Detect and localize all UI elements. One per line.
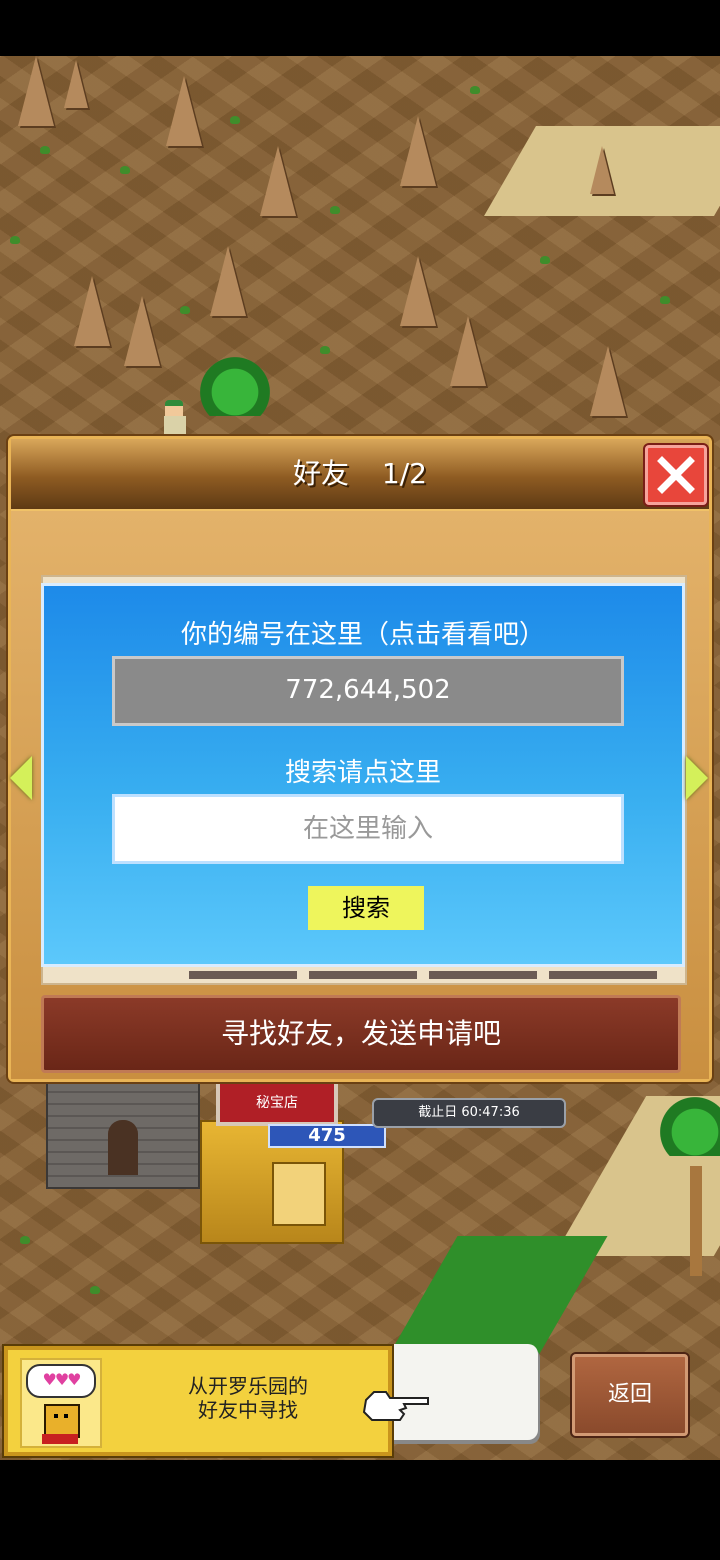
friend-card-line1: 从开罗乐园的	[188, 1374, 308, 1398]
rock-spire	[590, 346, 626, 416]
search-dialog: 你的编号在这里（点击看看吧） 772,644,502 搜索请点这里 搜索	[41, 583, 685, 967]
bush	[660, 296, 670, 304]
panel-body: 你的编号在这里（点击看看吧） 772,644,502 搜索请点这里 搜索 寻找好…	[11, 511, 709, 1079]
search-label: 搜索请点这里	[284, 758, 441, 788]
bush	[540, 256, 550, 264]
status-bar	[0, 0, 720, 56]
game-screen: 秘宝店 475 截止日 60:47:36 好友 1/2 你的编号在这里（点击看看…	[0, 0, 720, 1560]
search-button[interactable]: 搜索	[308, 886, 424, 930]
bush	[90, 1286, 100, 1294]
character-body	[164, 416, 186, 434]
rock-spire	[166, 76, 202, 146]
friend-slot[interactable]	[309, 971, 417, 979]
shop-count-badge: 475	[268, 1124, 386, 1148]
shop-window	[272, 1162, 326, 1226]
friend-search-input[interactable]	[112, 794, 624, 864]
bush	[330, 206, 340, 214]
bush	[470, 86, 480, 94]
pointing-hand-icon	[362, 1391, 429, 1421]
close-button[interactable]	[645, 445, 707, 505]
stone-building[interactable]	[46, 1080, 200, 1189]
rock-spire	[450, 316, 486, 386]
kairo-friends-card[interactable]: ♥♥♥ 从开罗乐园的 好友中寻找	[4, 1346, 392, 1456]
friend-card-text: 从开罗乐园的 好友中寻找	[148, 1374, 348, 1422]
palm-tree	[190, 356, 280, 416]
bush	[320, 346, 330, 354]
rock-spire	[64, 60, 88, 108]
palm-trunk	[690, 1166, 702, 1276]
robot-legs	[42, 1434, 78, 1444]
bush	[180, 306, 190, 314]
bush	[10, 236, 20, 244]
rock-spire	[260, 146, 296, 216]
panel-page-indicator: 1/2	[381, 457, 427, 490]
bush	[20, 1236, 30, 1244]
palm-tree	[650, 1096, 720, 1156]
panel-title: 好友 1/2	[11, 439, 709, 509]
deadline-timer: 截止日 60:47:36	[372, 1098, 566, 1128]
friends-panel: 好友 1/2 你的编号在这里（点击看看吧） 772,644,502 搜索请点这里	[8, 436, 712, 1082]
rock-spire	[74, 276, 110, 346]
rock-spire	[210, 246, 246, 316]
panel-header: 好友 1/2	[11, 439, 709, 511]
rock-spire	[400, 116, 436, 186]
treasure-shop-sign: 秘宝店	[216, 1080, 338, 1126]
friend-card-line2: 好友中寻找	[198, 1398, 298, 1422]
find-friends-button[interactable]: 寻找好友，发送申请吧	[41, 995, 681, 1073]
back-button[interactable]: 返回	[572, 1354, 688, 1436]
player-id-label: 你的编号在这里（点击看看吧）	[180, 620, 545, 650]
stone-door	[108, 1120, 138, 1175]
friend-slot[interactable]	[189, 971, 297, 979]
friend-avatar: ♥♥♥	[20, 1358, 102, 1448]
page-prev-arrow-icon[interactable]	[10, 756, 32, 800]
page-next-arrow-icon[interactable]	[686, 756, 708, 800]
rock-spire	[124, 296, 160, 366]
rock-spire	[590, 146, 614, 194]
navigation-bar	[0, 1460, 720, 1560]
close-icon	[657, 456, 695, 494]
bush	[120, 166, 130, 174]
friend-slot[interactable]	[429, 971, 537, 979]
rock-spire	[18, 56, 54, 126]
rock-spire	[400, 256, 436, 326]
hearts-icon: ♥♥♥	[26, 1364, 96, 1398]
friend-slot[interactable]	[549, 971, 657, 979]
player-id-box[interactable]: 772,644,502	[112, 656, 624, 726]
bush	[40, 146, 50, 154]
robot-icon	[44, 1404, 80, 1438]
panel-title-text: 好友	[293, 457, 350, 490]
bush	[230, 116, 240, 124]
explorer-character[interactable]	[160, 400, 190, 434]
